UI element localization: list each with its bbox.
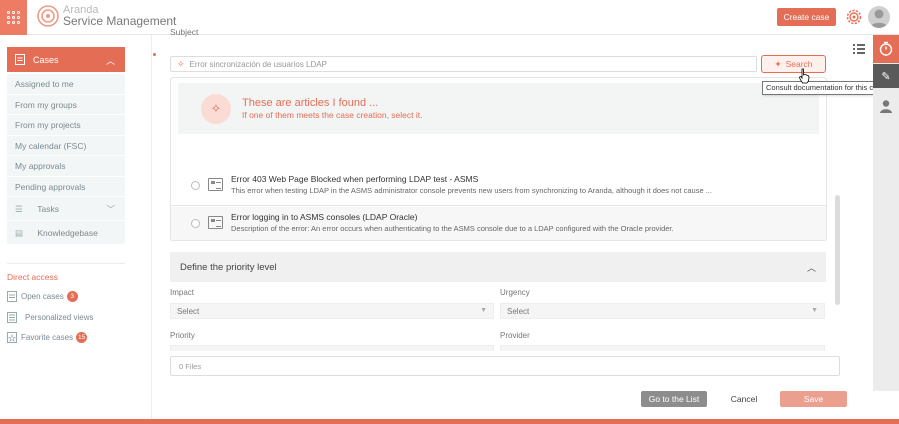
search-button[interactable]: ✦ Search	[761, 55, 826, 73]
go-to-list-button[interactable]: Go to the List	[641, 391, 707, 407]
article-radio[interactable]	[191, 181, 200, 190]
urgency-value: Select	[507, 306, 530, 316]
dropdown-arrow-icon: ▼	[811, 307, 818, 314]
knowledgebase-icon: ▤	[15, 228, 24, 238]
aranda-logo-icon	[37, 5, 59, 27]
user-icon	[880, 100, 892, 113]
article-radio[interactable]	[191, 219, 200, 228]
priority-section-header[interactable]: Define the priority level ︿	[170, 252, 826, 282]
favorite-cases-label: Favorite cases	[21, 333, 74, 342]
subject-placeholder: Error sincronización de usuarios LDAP	[189, 59, 327, 69]
open-cases-label: Open cases	[21, 292, 64, 301]
open-cases-badge: 3	[66, 291, 78, 302]
create-case-button[interactable]: Create case	[777, 8, 836, 26]
required-marker	[153, 53, 156, 56]
brand-name: Aranda Service Management	[63, 5, 177, 28]
article-icon	[208, 178, 223, 191]
sidebar-item-pending-approvals[interactable]: Pending approvals	[7, 177, 125, 197]
chevron-down-icon: ﹀	[106, 204, 115, 214]
right-rail	[873, 35, 899, 391]
article-icon	[208, 216, 223, 229]
left-sidebar: Cases ︿ Assigned to me From my groups Fr…	[0, 35, 152, 420]
favorite-cases-badge: 15	[76, 332, 88, 343]
grid-icon	[7, 11, 20, 24]
sidebar-item-assigned-to-me[interactable]: Assigned to me	[7, 74, 125, 95]
list-doc-icon	[7, 312, 17, 323]
sidebar-item-tasks[interactable]: ☰ Tasks ﹀	[7, 197, 125, 221]
sidebar-item-knowledgebase[interactable]: ▤ Knowledgebase	[7, 221, 125, 245]
articles-panel: ✧ These are articles I found ... If one …	[170, 77, 827, 241]
sidebar-item-my-approvals[interactable]: My approvals	[7, 156, 125, 177]
provider-label: Provider	[500, 331, 530, 340]
save-button[interactable]: Save	[780, 391, 847, 407]
dropdown-arrow-icon: ▼	[480, 307, 487, 314]
direct-access-open-cases[interactable]: Open cases 3	[7, 291, 78, 302]
article-description: This error when testing LDAP in the ASMS…	[231, 186, 712, 195]
impact-label: Impact	[170, 288, 195, 297]
subject-label: Subject	[170, 27, 199, 37]
urgency-select[interactable]: Select ▼	[500, 303, 825, 319]
article-title: Error logging in to ASMS consoles (LDAP …	[231, 212, 418, 222]
rail-edit-button[interactable]: ✎	[873, 64, 899, 88]
chevron-up-icon: ︿	[806, 263, 816, 273]
direct-access-personalized-views[interactable]: Personalized views	[7, 312, 93, 323]
document-icon	[7, 291, 17, 302]
priority-label: Priority	[170, 331, 195, 340]
gear-icon[interactable]	[844, 7, 864, 27]
impact-select[interactable]: Select ▼	[170, 303, 494, 319]
direct-access-favorite-cases[interactable]: Favorite cases 15	[7, 332, 88, 343]
article-description: Description of the error: An error occur…	[231, 224, 674, 233]
sidebar-divider	[7, 263, 125, 264]
provider-select[interactable]	[500, 345, 825, 351]
person-icon	[870, 9, 888, 28]
articles-banner: ✧ These are articles I found ... If one …	[178, 83, 819, 134]
direct-access-heading: Direct access	[7, 272, 59, 282]
cases-submenu: Assigned to me From my groups From my pr…	[7, 74, 125, 245]
sparkle-icon: ✧	[201, 94, 231, 124]
attachments-field[interactable]: 0 Files	[170, 356, 840, 376]
rail-timer-button[interactable]	[873, 35, 899, 63]
urgency-label: Urgency	[500, 288, 530, 297]
sparkle-icon: ✧	[177, 58, 185, 69]
tasks-label: Tasks	[37, 204, 59, 214]
cases-label: Cases	[33, 54, 59, 65]
personalized-views-label: Personalized views	[25, 313, 94, 322]
sidebar-item-from-my-groups[interactable]: From my groups	[7, 95, 125, 115]
sidebar-item-from-my-projects[interactable]: From my projects	[7, 115, 125, 136]
impact-value: Select	[177, 306, 200, 316]
cases-icon	[15, 54, 25, 65]
tasks-icon: ☰	[15, 204, 23, 214]
pencil-icon: ✎	[881, 70, 891, 83]
hand-cursor-icon	[799, 68, 810, 84]
articles-banner-subtitle: If one of them meets the case creation, …	[242, 110, 423, 120]
bottom-accent-bar	[0, 419, 899, 424]
priority-select[interactable]	[170, 345, 494, 351]
list-view-icon[interactable]	[853, 43, 865, 55]
user-avatar[interactable]	[868, 6, 890, 28]
priority-section-title: Define the priority level	[180, 261, 277, 273]
timer-icon	[879, 41, 893, 56]
subject-input[interactable]: ✧ Error sincronización de usuarios LDAP	[170, 56, 757, 72]
article-title: Error 403 Web Page Blocked when performi…	[231, 174, 479, 184]
sidebar-item-my-calendar[interactable]: My calendar (FSC)	[7, 136, 125, 156]
rail-user-button[interactable]	[873, 93, 899, 119]
article-row[interactable]: Error logging in to ASMS consoles (LDAP …	[171, 207, 826, 241]
chevron-up-icon: ︿	[105, 56, 115, 66]
favorite-doc-icon	[7, 332, 17, 343]
form-scrollbar[interactable]	[835, 195, 840, 305]
articles-banner-title: These are articles I found ...	[242, 97, 379, 109]
sparkle-icon: ✦	[774, 58, 782, 69]
sidebar-item-cases[interactable]: Cases ︿	[7, 47, 125, 72]
knowledgebase-label: Knowledgebase	[37, 228, 98, 238]
app-menu-button[interactable]	[0, 0, 27, 35]
top-header: Aranda Service Management Create case	[0, 0, 899, 35]
brand-line2: Service Management	[63, 14, 177, 28]
article-row[interactable]: Error 403 Web Page Blocked when performi…	[171, 169, 826, 206]
cancel-button[interactable]: Cancel	[727, 391, 761, 407]
